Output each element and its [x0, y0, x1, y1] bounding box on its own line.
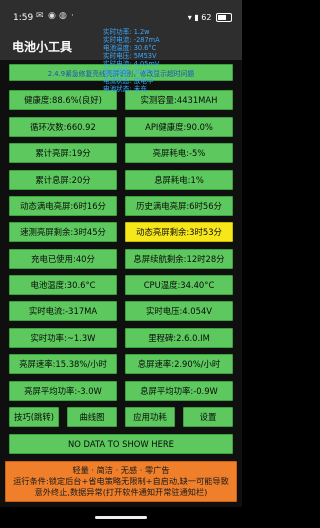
overlay-line: 实时功率: 1.2w	[103, 28, 150, 36]
status-time: 1:59	[13, 13, 34, 23]
history-full-screen-on-button[interactable]: 历史满电亮屏:6时56分	[125, 196, 233, 216]
dynamic-remaining-button[interactable]: 动态亮屏剩余:3时53分	[125, 222, 233, 242]
battery-icon	[216, 13, 232, 22]
app-title: 电池小工具	[12, 40, 73, 54]
run-conditions-notice[interactable]: 轻量 · 简洁 · 无感 · 零广告 运行条件:锁定后台+省电策略无限制+自启动…	[5, 461, 237, 502]
screen-off-drain-button[interactable]: 息屏耗电:1%	[125, 170, 233, 190]
screen-off-remaining-button[interactable]: 息屏续航剩余:12时28分	[125, 249, 233, 269]
health-button[interactable]: 健康度:88.6%(良好)	[9, 90, 117, 110]
app-power-button[interactable]: 应用功耗	[125, 407, 175, 427]
message-icon: ✉	[36, 11, 44, 21]
overlay-line: 电池温度: 30.6°C	[103, 68, 157, 77]
screen-on-drain-button[interactable]: 亮屏耗电:-5%	[125, 143, 233, 163]
settings-button[interactable]: 设置	[183, 407, 233, 427]
notice-line: 运行条件:锁定后台+省电策略无限制+自启动,缺一可能导致	[13, 476, 229, 486]
overlay-line: 实时电流: -287mA	[103, 36, 160, 45]
charge-used-button[interactable]: 充电已使用:40分	[9, 249, 117, 269]
notice-line: 轻量 · 简洁 · 无感 · 零广告	[72, 465, 170, 475]
signal-icon: ▮	[194, 13, 199, 22]
phone-screen: 1:59 ✉ ◉ ◍ · ▾ ▮ 62 电池小工具 实时功率: 1.2w 实时电…	[0, 0, 242, 528]
floating-monitor-overlay: 实时功率: 1.2w 实时电流: -287mA 电池温度: 30.6°C 实时电…	[103, 28, 160, 93]
cycle-count-button[interactable]: 循环次数:660.92	[9, 117, 117, 137]
current-button[interactable]: 实时电流:-317MA	[9, 301, 117, 321]
milestone-button[interactable]: 里程碑:2.6.0.IM	[125, 328, 233, 348]
tips-button[interactable]: 技巧(跳转)	[9, 407, 59, 427]
status-bar: 1:59 ✉ ◉ ◍ · ▾ ▮ 62	[0, 0, 242, 30]
cpu-temp-button[interactable]: CPU温度:34.40°C	[125, 275, 233, 295]
app-notify-icon: ◍	[59, 11, 67, 21]
navigation-bar	[0, 507, 242, 528]
screen-on-avg-power-button[interactable]: 亮屏平均功率:-3.0W	[9, 381, 117, 401]
app-notify-icon: ◉	[48, 11, 56, 21]
overlay-line: 电流状态: 放电中	[103, 76, 154, 85]
battery-percent: 62	[201, 13, 212, 22]
screen-off-time-button[interactable]: 累计息屏:20分	[9, 170, 117, 190]
notice-line: 意外终止,数据异常(打开软件通知开常驻通知栏)	[34, 487, 208, 497]
status-right: ▾ ▮ 62	[188, 13, 232, 22]
battery-temp-button[interactable]: 电池温度:30.6°C	[9, 275, 117, 295]
voltage-button[interactable]: 实时电压:4.054V	[125, 301, 233, 321]
quick-remaining-button[interactable]: 速测亮屏剩余:3时45分	[9, 222, 117, 242]
api-health-button[interactable]: API健康度:90.0%	[125, 117, 233, 137]
screen-on-rate-button[interactable]: 亮屏速率:15.38%/小时	[9, 354, 117, 374]
measured-capacity-button[interactable]: 实测容量:4431MAH	[125, 90, 233, 110]
screen-off-rate-button[interactable]: 息屏速率:2.90%/小时	[125, 354, 233, 374]
chart-button[interactable]: 曲线图	[67, 407, 117, 427]
screen-off-avg-power-button[interactable]: 息屏平均功率:-0.9W	[125, 381, 233, 401]
overlay-line: 电池状态: 未充	[103, 84, 147, 93]
power-button[interactable]: 实时功率:~1.3W	[9, 328, 117, 348]
dynamic-full-screen-on-button[interactable]: 动态满电亮屏:6时16分	[9, 196, 117, 216]
home-gesture-bar[interactable]	[95, 516, 147, 519]
more-icon: ·	[71, 11, 74, 21]
wifi-icon: ▾	[187, 13, 192, 22]
no-data-chart-area: NO DATA TO SHOW HERE	[9, 434, 233, 454]
screen-on-time-button[interactable]: 累计亮屏:19分	[9, 143, 117, 163]
